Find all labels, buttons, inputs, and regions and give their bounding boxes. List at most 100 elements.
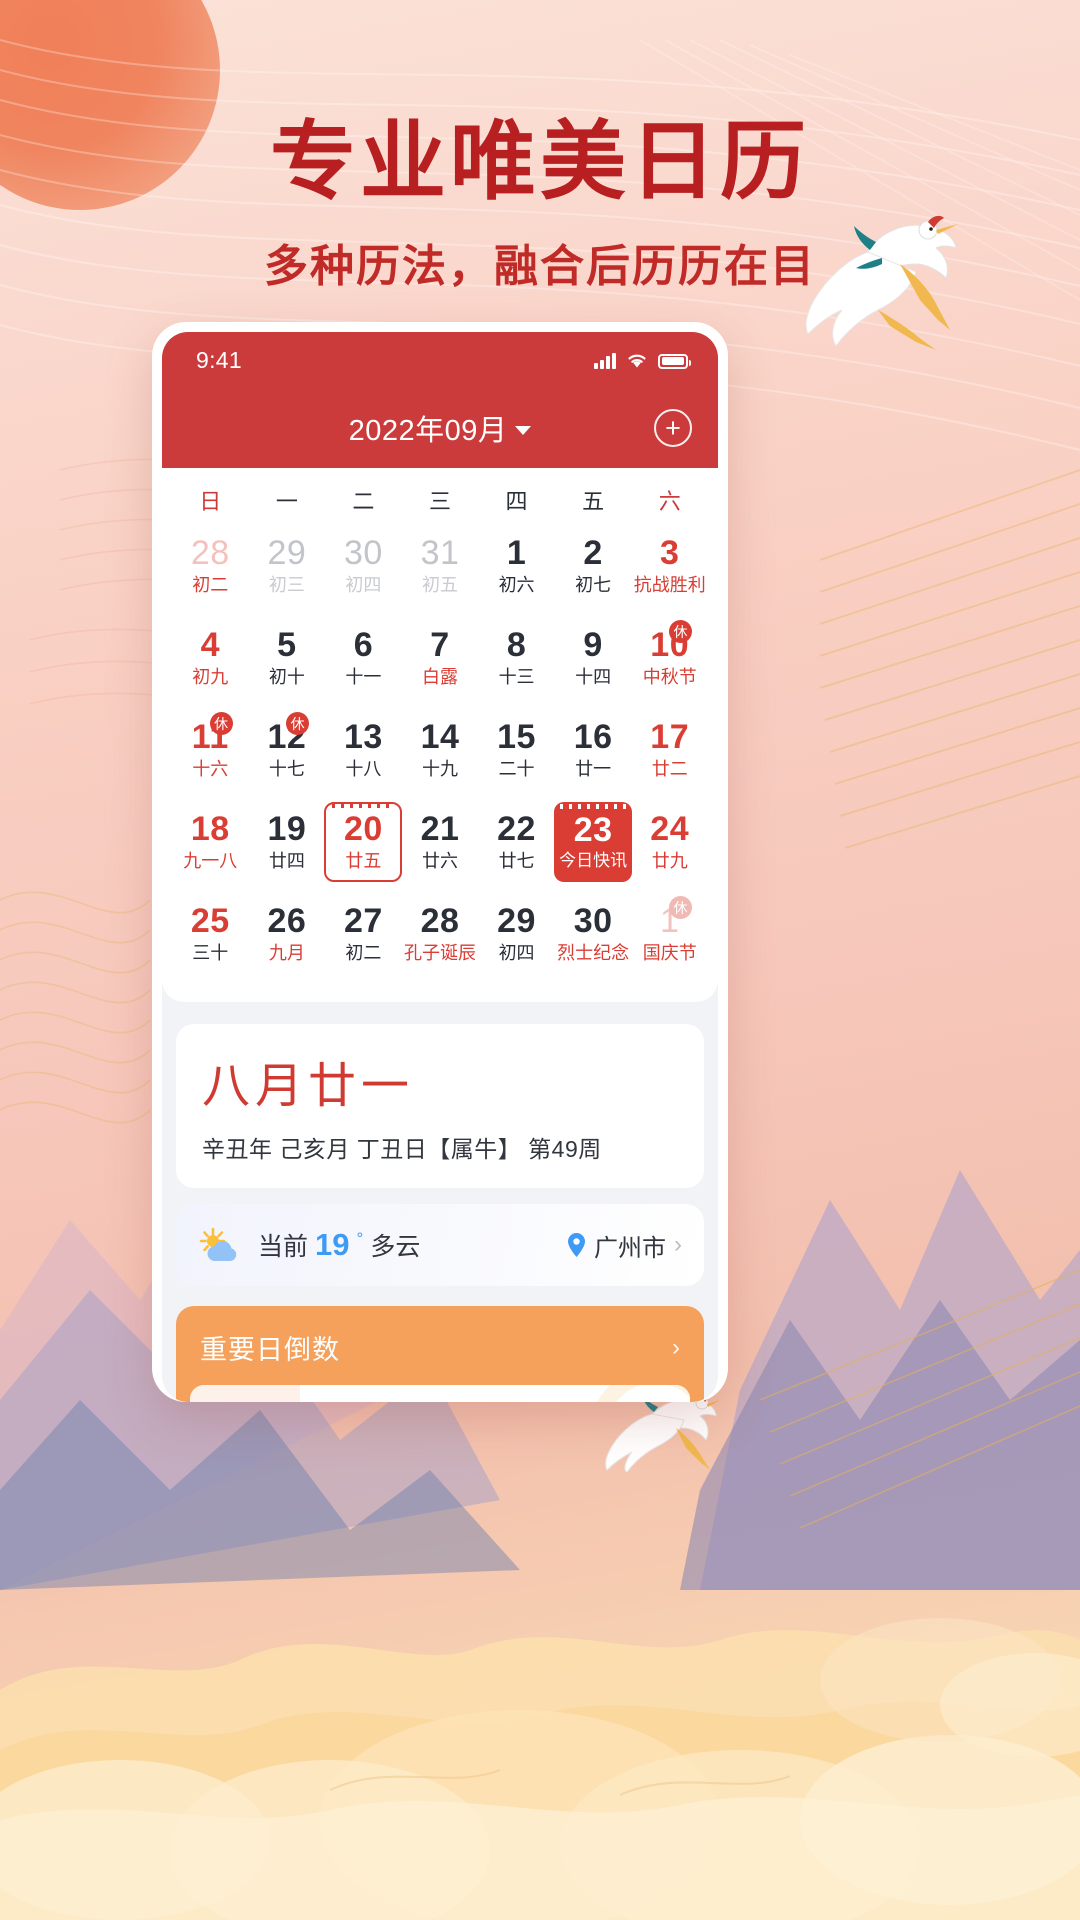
weekday-tue: 二	[352, 489, 375, 514]
countdown-header[interactable]: 重要日倒数 ›	[176, 1306, 704, 1385]
calendar-day-lunar-label: 初四	[345, 574, 382, 595]
weather-temperature: 19	[315, 1227, 350, 1262]
calendar-day-cell[interactable]: 28 孔子诞辰	[402, 890, 479, 978]
calendar-day-lunar-label: 十八	[345, 758, 382, 779]
crane-bird-icon	[805, 215, 958, 350]
calendar-day-lunar-label: 今日快讯	[559, 851, 628, 871]
calendar-day-lunar-label: 十七	[268, 758, 305, 779]
calendar-day-cell[interactable]: 26 九月	[249, 890, 326, 978]
calendar-day-cell[interactable]: 18 九一八	[172, 798, 249, 886]
calendar-day-cell[interactable]: 30 烈士纪念	[555, 890, 632, 978]
phone-screen: 9:41 2022年09月 + 日 一 二 三 四 五 六 28 初二 29 初…	[162, 332, 718, 1402]
calendar-day-cell[interactable]: 22 廿七	[478, 798, 555, 886]
weather-bar[interactable]: 当前 19 ° 多云 广州市 ›	[176, 1204, 704, 1286]
calendar-day-cell[interactable]: 5 初十	[249, 614, 326, 702]
chevron-down-icon	[515, 425, 532, 435]
wifi-icon	[628, 354, 646, 367]
calendar-day-cell[interactable]: 29 初三	[249, 522, 326, 610]
calendar-day-number: 31	[420, 534, 460, 573]
calendar-day-lunar-label: 中秋节	[642, 666, 697, 687]
countdown-item-day: 20	[225, 1398, 265, 1403]
calendar-day-cell[interactable]: 28 初二	[172, 522, 249, 610]
calendar-day-cell[interactable]: 13 十八	[325, 706, 402, 794]
calendar-day-number: 29	[267, 534, 307, 573]
cloud-decoration	[0, 1618, 1080, 1920]
battery-icon	[658, 353, 691, 369]
chevron-right-icon: ›	[674, 1231, 682, 1258]
calendar-day-number: 18	[190, 810, 230, 849]
calendar-day-number: 15	[497, 718, 536, 757]
calendar-day-cell[interactable]: 23 今日快讯	[554, 798, 633, 886]
calendar-day-cell[interactable]: 休 12 十七	[249, 706, 326, 794]
calendar-day-lunar-label: 廿一	[575, 758, 612, 779]
weather-condition: 多云	[370, 1233, 421, 1261]
calendar-day-number: 25	[190, 902, 230, 941]
calendar-day-cell[interactable]: 21 廿六	[402, 798, 479, 886]
weather-prefix: 当前	[258, 1233, 309, 1261]
calendar-day-lunar-label: 十六	[192, 758, 229, 779]
rest-day-badge: 休	[668, 896, 692, 919]
calendar-day-number: 26	[267, 902, 307, 941]
calendar-day-cell[interactable]: 29 初四	[478, 890, 555, 978]
calendar-day-cell[interactable]: 9 十四	[555, 614, 632, 702]
calendar-day-cell[interactable]: 17 廿二	[631, 706, 708, 794]
calendar-day-number: 30	[573, 902, 613, 941]
calendar-day-cell[interactable]: 15 二十	[478, 706, 555, 794]
calendar-day-cell[interactable]: 8 十三	[478, 614, 555, 702]
calendar-day-cell[interactable]: 3 抗战胜利	[631, 522, 708, 610]
calendar-day-cell[interactable]: 30 初四	[325, 522, 402, 610]
calendar-day-number: 6	[353, 626, 374, 665]
calendar-day-cell[interactable]: 休 1 国庆节	[631, 890, 708, 978]
calendar-day-cell[interactable]: 16 廿一	[555, 706, 632, 794]
calendar-day-number: 3	[659, 534, 680, 573]
app-topbar: 9:41 2022年09月 +	[162, 332, 718, 468]
weather-city: 广州市	[594, 1234, 666, 1262]
calendar-day-cell[interactable]: 2 初七	[555, 522, 632, 610]
calendar-day-lunar-label: 十三	[498, 666, 535, 687]
calendar-day-cell[interactable]: 14 十九	[402, 706, 479, 794]
calendar-day-cell[interactable]: 19 廿四	[249, 798, 326, 886]
calendar-day-lunar-label: 初七	[575, 574, 612, 595]
calendar-day-number: 24	[650, 810, 690, 849]
rest-day-badge: 休	[286, 712, 310, 735]
add-event-button[interactable]: +	[654, 409, 692, 447]
decorative-ring	[590, 1385, 690, 1402]
calendar-day-number: 30	[344, 534, 383, 573]
lunar-date-card[interactable]: 八月廿一 辛丑年 己亥月 丁丑日【属牛】 第49周	[176, 1024, 704, 1188]
calendar-day-cell[interactable]: 1 初六	[478, 522, 555, 610]
calendar-day-lunar-label: 烈士纪念	[557, 942, 630, 963]
calendar-day-cell[interactable]: 25 三十	[172, 890, 249, 978]
calendar-day-cell[interactable]: 休 11 十六	[172, 706, 249, 794]
countdown-title: 重要日倒数	[200, 1335, 340, 1365]
calendar-day-lunar-label: 十四	[575, 666, 612, 687]
chevron-right-icon: ›	[672, 1333, 680, 1361]
calendar-day-number: 14	[420, 718, 460, 757]
calendar-card: 日 一 二 三 四 五 六 28 初二 29 初三 30 初四 31 初五 1 初六 2 初七 3 抗战胜…	[162, 468, 718, 1002]
lunar-date-title: 八月廿一	[202, 1058, 415, 1114]
calendar-day-cell[interactable]: 20 廿五	[324, 798, 403, 886]
weekday-header: 日 一 二 三 四 五 六	[172, 468, 708, 522]
calendar-day-cell[interactable]: 休 10 中秋节	[631, 614, 708, 702]
calendar-day-cell[interactable]: 27 初二	[325, 890, 402, 978]
calendar-day-cell[interactable]: 31 初五	[402, 522, 479, 610]
month-selector[interactable]: 2022年09月	[349, 407, 532, 449]
weather-location[interactable]: 广州市 ›	[567, 1228, 682, 1263]
phone-mockup: 9:41 2022年09月 + 日 一 二 三 四 五 六 28 初二 29 初…	[152, 322, 728, 1402]
calendar-day-lunar-label: 初三	[268, 574, 305, 595]
countdown-item[interactable]: 20 4月 谷雨 2天	[190, 1385, 690, 1402]
location-pin-icon	[568, 1233, 585, 1257]
calendar-day-number: 8	[506, 626, 527, 665]
status-bar: 9:41	[162, 332, 718, 388]
calendar-day-lunar-label: 廿五	[345, 850, 382, 871]
calendar-day-number: 4	[200, 626, 220, 665]
calendar-day-cell[interactable]: 6 十一	[325, 614, 402, 702]
calendar-day-number: 1	[506, 534, 527, 573]
calendar-day-lunar-label: 廿九	[651, 850, 688, 871]
calendar-day-cell[interactable]: 7 白露	[402, 614, 479, 702]
calendar-day-lunar-label: 廿六	[421, 850, 458, 871]
calendar-day-cell[interactable]: 4 初九	[172, 614, 249, 702]
rest-day-badge: 休	[668, 620, 692, 643]
calendar-day-number: 9	[583, 626, 603, 665]
app-navbar: 2022年09月 +	[162, 388, 718, 468]
calendar-day-cell[interactable]: 24 廿九	[631, 798, 708, 886]
